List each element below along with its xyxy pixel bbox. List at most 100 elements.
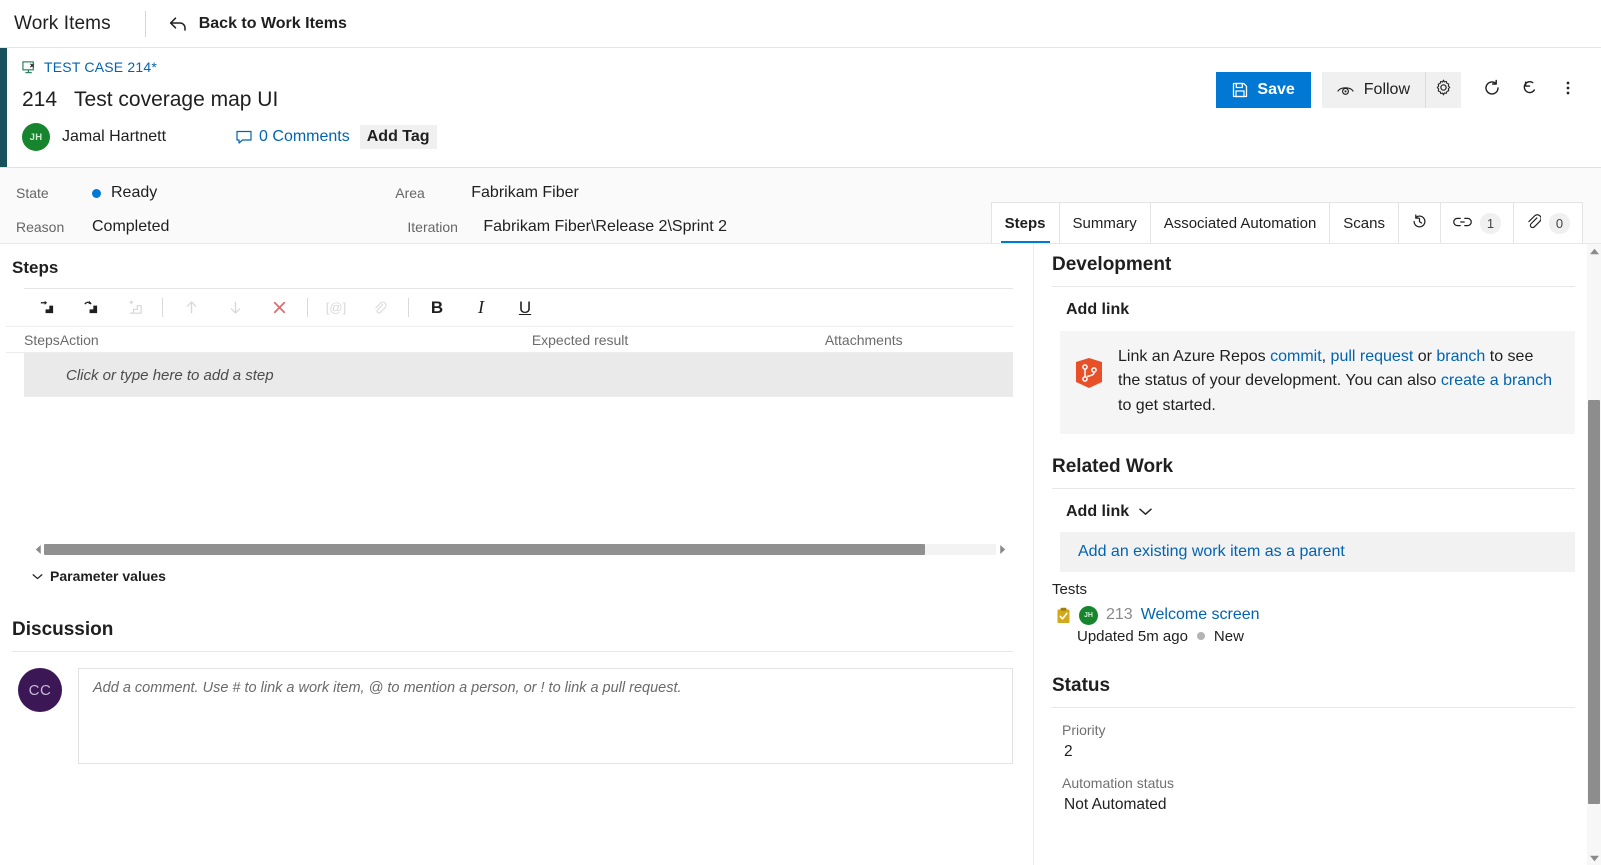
add-tag-button[interactable]: Add Tag	[359, 125, 437, 149]
related-work-divider	[1052, 487, 1575, 489]
add-parent-link-banner[interactable]: Add an existing work item as a parent	[1060, 531, 1575, 572]
bold-icon[interactable]: B	[415, 292, 459, 324]
tab-steps[interactable]: Steps	[992, 203, 1060, 243]
scroll-left-arrow-icon[interactable]	[32, 543, 44, 555]
area-field-label: Area	[395, 185, 425, 201]
tab-associated-automation[interactable]: Associated Automation	[1151, 203, 1331, 243]
link-pull-request[interactable]: pull request	[1331, 348, 1414, 365]
add-step-placeholder: Click or type here to add a step	[66, 366, 274, 384]
save-button[interactable]: Save	[1216, 72, 1311, 108]
add-comment-row: CC Add a comment. Use # to link a work i…	[18, 668, 1013, 764]
link-branch[interactable]: branch	[1436, 348, 1485, 365]
column-header-action: Action	[59, 331, 99, 348]
revert-changes-button[interactable]	[1511, 72, 1549, 108]
iteration-field-value[interactable]: Fabrikam Fiber\Release 2\Sprint 2	[483, 218, 727, 236]
status-divider	[1052, 706, 1575, 708]
steps-grid-add-row[interactable]: Click or type here to add a step	[24, 353, 1013, 397]
horizontal-scroll-thumb[interactable]	[44, 543, 925, 555]
insert-parameter-icon[interactable]: [@]	[314, 292, 358, 324]
delete-icon[interactable]	[257, 292, 301, 324]
insert-shared-step-icon[interactable]	[68, 292, 112, 324]
avatar[interactable]: JH	[22, 123, 50, 151]
area-field-value[interactable]: Fabrikam Fiber	[471, 184, 579, 202]
work-item-page: Work Items Back to Work Items TEST CASE …	[0, 0, 1601, 865]
related-work-item-subtext: Updated 5m ago New	[1077, 628, 1575, 645]
back-to-work-items-link[interactable]: Back to Work Items	[168, 15, 347, 33]
top-navigation-bar: Work Items Back to Work Items	[0, 0, 1601, 48]
chevron-down-icon	[32, 567, 43, 585]
comments-count-label: 0 Comments	[259, 128, 350, 145]
work-item-title[interactable]: Test coverage map UI	[74, 88, 278, 112]
related-work-item-state: New	[1213, 627, 1244, 645]
related-work-add-link-button[interactable]: Add link	[1066, 503, 1575, 521]
tab-summary[interactable]: Summary	[1060, 203, 1151, 243]
italic-icon[interactable]: I	[459, 292, 503, 324]
work-item-header: TEST CASE 214* 214 Test coverage map UI …	[0, 48, 1601, 168]
refresh-button[interactable]	[1473, 72, 1511, 108]
link-create-a-branch[interactable]: create a branch	[1441, 372, 1552, 389]
development-add-link-label[interactable]: Add link	[1066, 301, 1575, 319]
scroll-right-arrow-icon[interactable]	[996, 543, 1008, 555]
page-vertical-scrollbar[interactable]	[1587, 244, 1601, 865]
insert-step-icon[interactable]	[24, 292, 68, 324]
save-disk-icon	[1232, 82, 1248, 98]
automation-status-field-value[interactable]: Not Automated	[1064, 796, 1575, 814]
settings-button[interactable]	[1425, 72, 1461, 108]
eye-icon	[1337, 84, 1354, 96]
development-empty-text: Link an Azure Repos commit, pull request…	[1118, 345, 1559, 418]
attach-icon[interactable]	[358, 292, 402, 324]
discussion-section-title: Discussion	[12, 619, 114, 640]
scroll-up-arrow-icon[interactable]	[1587, 244, 1601, 258]
tab-history[interactable]	[1399, 203, 1441, 243]
work-item-toolbar: Save Follow	[1216, 72, 1587, 108]
back-link-label: Back to Work Items	[198, 14, 347, 32]
reason-field-label: Reason	[16, 219, 65, 235]
vertical-scroll-track[interactable]	[1587, 258, 1601, 851]
more-actions-button[interactable]	[1549, 72, 1587, 108]
comment-input[interactable]: Add a comment. Use # to link a work item…	[78, 668, 1013, 764]
steps-grid-header: Steps Action Expected result Attachments	[6, 327, 1013, 353]
work-item-fields-strip: State Ready Area Fabrikam Fiber Reason C…	[0, 168, 1601, 244]
automation-status-field-label: Automation status	[1062, 774, 1175, 791]
related-work-item-id: 213	[1106, 606, 1133, 624]
dev-text-3: or	[1413, 348, 1437, 365]
tab-attachments[interactable]: 0	[1514, 203, 1582, 243]
related-work-item-title[interactable]: Welcome screen	[1141, 606, 1260, 624]
underline-icon[interactable]: U	[503, 292, 547, 324]
nav-divider	[144, 10, 146, 37]
status-section-title: Status	[1052, 674, 1111, 696]
column-header-attachments: Attachments	[824, 331, 903, 348]
back-arrow-icon	[168, 15, 188, 33]
undo-icon	[1521, 79, 1539, 102]
follow-button[interactable]: Follow	[1321, 72, 1425, 108]
tab-scans[interactable]: Scans	[1330, 203, 1399, 243]
state-field-label: State	[16, 185, 49, 201]
scroll-down-arrow-icon[interactable]	[1587, 851, 1601, 865]
state-field-value[interactable]: Ready	[92, 184, 157, 202]
assignee-name[interactable]: Jamal Hartnett	[62, 128, 166, 146]
dev-text-1: Link an Azure Repos	[1118, 348, 1271, 365]
link-commit[interactable]: commit	[1270, 348, 1322, 365]
chevron-down-icon	[1139, 503, 1152, 521]
reason-field-value[interactable]: Completed	[92, 218, 169, 236]
current-user-avatar[interactable]: CC	[18, 668, 62, 712]
priority-field-value[interactable]: 2	[1064, 743, 1575, 761]
move-up-icon[interactable]	[169, 292, 213, 324]
development-divider	[1052, 286, 1575, 287]
steps-section-title: Steps	[12, 258, 59, 277]
work-item-type-label[interactable]: TEST CASE 214*	[44, 59, 157, 75]
comments-link[interactable]: 0 Comments	[236, 128, 350, 146]
move-down-icon[interactable]	[213, 292, 257, 324]
steps-horizontal-scrollbar[interactable]	[32, 542, 1008, 556]
insert-step-parameter-icon[interactable]	[112, 292, 156, 324]
parameter-values-toggle[interactable]: Parameter values	[32, 567, 1013, 585]
gear-icon	[1435, 79, 1452, 101]
related-work-item-state-dot-icon	[1196, 632, 1205, 641]
speech-bubble-icon	[236, 130, 252, 145]
tab-links[interactable]: 1	[1441, 203, 1514, 243]
iteration-field-label: Iteration	[407, 219, 458, 235]
azure-repos-icon	[1074, 357, 1104, 389]
vertical-scroll-thumb[interactable]	[1588, 400, 1600, 804]
horizontal-scroll-track[interactable]	[44, 543, 996, 555]
related-work-item-row[interactable]: JH 213 Welcome screen	[1056, 605, 1575, 625]
